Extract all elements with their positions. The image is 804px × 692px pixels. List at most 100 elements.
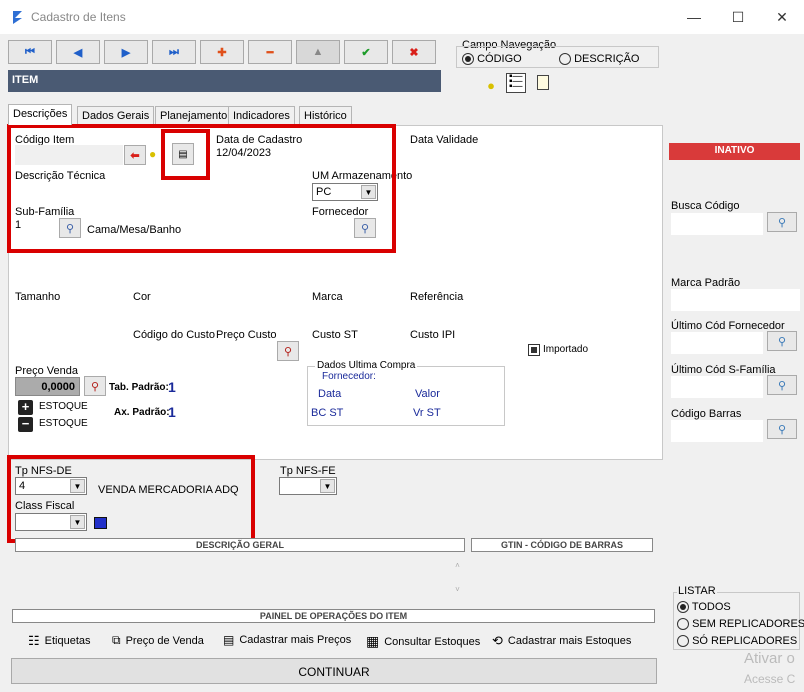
search-icon[interactable]: ⚲ — [767, 419, 797, 439]
search-price-icon[interactable]: ⚲ — [277, 341, 299, 361]
uc-valor-label: Valor — [415, 388, 440, 400]
listar-legend: LISTAR — [677, 585, 717, 597]
cadastrar-estoques-link[interactable]: ⟲ Cadastrar mais Estoques — [492, 633, 631, 649]
document-icon[interactable] — [537, 75, 549, 90]
activation-watermark-line1: Ativar o — [744, 650, 795, 667]
maximize-button[interactable]: ☐ — [718, 4, 758, 30]
class-fiscal-select[interactable]: ▼ — [15, 513, 87, 531]
ultima-compra-title: Dados Ultima Compra — [315, 360, 418, 371]
tp-nfs-de-desc: VENDA MERCADORIA ADQ — [98, 484, 239, 496]
preco-custo-label: Preço Custo — [216, 329, 277, 341]
radio-codigo-dot[interactable] — [462, 53, 474, 66]
estoque-add-label: ESTOQUE — [39, 401, 88, 412]
tp-nfs-fe-select[interactable]: ▼ — [279, 477, 337, 495]
add-record-button[interactable]: ✚ — [200, 40, 244, 64]
prev-record-button[interactable]: ◀ — [56, 40, 100, 64]
tab-dados-gerais[interactable]: Dados Gerais — [77, 106, 155, 125]
radio-sem-replicadores[interactable]: SEM REPLICADORES — [677, 618, 804, 631]
consultar-estoques-label: Consultar Estoques — [384, 635, 481, 648]
radio-descricao-dot[interactable] — [559, 53, 571, 66]
cadastrar-precos-link[interactable]: ▤ Cadastrar mais Preços — [223, 633, 351, 647]
highlight-box-printer — [161, 129, 210, 180]
status-badge: INATIVO — [669, 143, 800, 160]
busca-codigo-input[interactable] — [671, 213, 763, 235]
etiquetas-link[interactable]: ☷ Etiquetas — [28, 633, 91, 649]
preco-venda-action-label: Preço de Venda — [125, 634, 204, 647]
etiquetas-label: Etiquetas — [44, 635, 91, 647]
cancel-button[interactable]: ✖ — [392, 40, 436, 64]
importado-checkbox[interactable] — [528, 344, 540, 356]
custo-st-label: Custo ST — [312, 329, 358, 341]
consultar-estoques-link[interactable]: ▦ Consultar Estoques — [366, 633, 480, 650]
radio-descricao-label: DESCRIÇÃO — [574, 53, 640, 65]
preco-venda-input[interactable]: 0,0000 — [15, 377, 80, 396]
uc-bcst-label: BC ST — [311, 407, 344, 419]
scrollbar[interactable]: ˄ ˅ — [450, 554, 465, 606]
search-icon[interactable]: ⚲ — [767, 212, 797, 232]
bulb-icon[interactable]: ● — [484, 77, 498, 93]
painel-operacoes-header: PAINEL DE OPERAÇÕES DO ITEM — [12, 609, 655, 623]
search-price-icon[interactable]: ⚲ — [84, 376, 106, 396]
chevron-down-icon[interactable]: ▼ — [70, 479, 85, 493]
radio-so-replicadores[interactable]: SÓ REPLICADORES — [677, 635, 797, 648]
next-record-button[interactable]: ▶ — [104, 40, 148, 64]
tp-nfs-de-value: 4 — [19, 480, 26, 492]
preco-venda-link[interactable]: ⧉ Preço de Venda — [112, 633, 204, 648]
codigo-barras-label: Código Barras — [671, 408, 742, 420]
confirm-button[interactable]: ✔ — [344, 40, 388, 64]
tab-padrao-value: 1 — [168, 379, 176, 395]
radio-so-dot[interactable] — [677, 635, 689, 648]
tp-nfs-de-select[interactable]: 4 ▼ — [15, 477, 87, 495]
add-class-fiscal-icon[interactable] — [94, 517, 107, 529]
ultima-compra-fornecedor: Fornecedor: — [322, 371, 376, 382]
radio-sem-dot[interactable] — [677, 618, 689, 631]
codigo-custo-label: Código do Custo — [133, 329, 215, 341]
ultimo-fornecedor-input[interactable] — [671, 332, 763, 354]
ultimo-sfamilia-label: Último Cód S-Família — [671, 364, 776, 376]
continuar-button[interactable]: CONTINUAR — [11, 658, 657, 684]
window-title: Cadastro de Itens — [31, 10, 126, 24]
checklist-icon: ☷ — [28, 633, 40, 648]
remove-record-button[interactable]: ━ — [248, 40, 292, 64]
first-record-button[interactable]: ⏮ — [8, 40, 52, 64]
importado-label: Importado — [543, 344, 589, 355]
tab-indicadores[interactable]: Indicadores — [228, 106, 295, 125]
tab-planejamento[interactable]: Planejamento — [155, 106, 233, 125]
ax-padrao-label: Ax. Padrão: — [114, 407, 170, 418]
search-icon[interactable]: ⚲ — [767, 375, 797, 395]
tab-descricoes[interactable]: Descrições — [8, 104, 73, 125]
activation-watermark-line2: Acesse C — [744, 672, 796, 686]
grid-icon: ▦ — [366, 633, 380, 649]
chevron-down-icon[interactable]: ▼ — [70, 515, 85, 529]
marca-label: Marca — [312, 291, 343, 303]
uc-vrst-label: Vr ST — [413, 407, 441, 419]
radio-todos[interactable]: TODOS — [677, 601, 731, 614]
radio-codigo[interactable]: CÓDIGO — [462, 53, 522, 66]
estoque-sub-label: ESTOQUE — [39, 418, 88, 429]
radio-todos-label: TODOS — [691, 601, 731, 613]
close-button[interactable]: ✕ — [762, 4, 802, 30]
add-stock-icon[interactable]: + — [18, 400, 33, 415]
title-bar: Cadastro de Itens — ☐ ✕ — [0, 0, 804, 34]
codigo-barras-input[interactable] — [671, 420, 763, 442]
move-up-button[interactable]: ▲ — [296, 40, 340, 64]
radio-todos-dot[interactable] — [677, 601, 689, 614]
preco-venda-label: Preço Venda — [15, 365, 78, 377]
tab-padrao-label: Tab. Padrão: — [109, 382, 169, 393]
remove-stock-icon[interactable]: − — [18, 417, 33, 432]
tab-historico[interactable]: Histórico — [299, 106, 352, 125]
cadastrar-estoques-label: Cadastrar mais Estoques — [507, 635, 632, 647]
radio-descricao[interactable]: DESCRIÇÃO — [559, 53, 640, 66]
uc-data-label: Data — [318, 388, 342, 400]
minimize-button[interactable]: — — [674, 4, 714, 30]
ultimo-sfamilia-input[interactable] — [671, 376, 763, 398]
radio-codigo-label: CÓDIGO — [477, 53, 522, 65]
marca-padrao-input[interactable] — [671, 289, 800, 311]
search-icon[interactable]: ⚲ — [767, 331, 797, 351]
list-icon[interactable]: ▪— ▪— ▪— — [506, 72, 526, 93]
busca-codigo-label: Busca Código — [671, 200, 740, 212]
refresh-icon: ⟲ — [492, 633, 503, 648]
last-record-button[interactable]: ⏭ — [152, 40, 196, 64]
chevron-down-icon[interactable]: ▼ — [320, 479, 335, 493]
radio-sem-label: SEM REPLICADORES — [692, 618, 804, 630]
